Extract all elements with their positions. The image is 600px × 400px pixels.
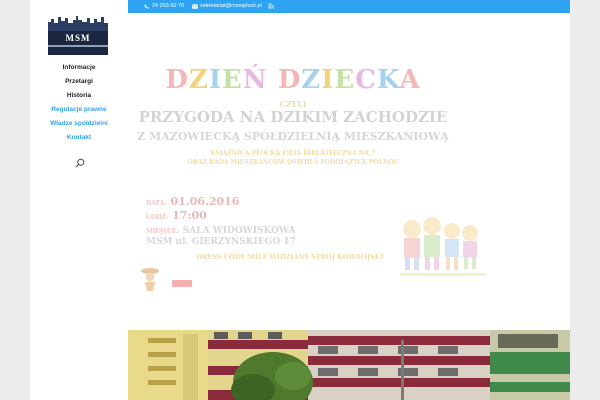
poster-partner-2: ORAZ RADĄ MIESZKAŃCÓW OSIEDLA PODOLSZYCE…: [187, 159, 399, 166]
poster-partner-1: KSIĄŻNICĄ PŁOCKĄ FILIA BIBLIOTECZNA NR.7: [210, 150, 376, 157]
cowboy-illustration: [141, 268, 192, 291]
poster-address: MSM ul. GIERZYŃSKIEGO 17: [146, 237, 296, 247]
poster-title: DZIEŃ DZIECKA: [165, 65, 421, 95]
search-icon[interactable]: [75, 158, 85, 168]
main-nav: Informacje Przetargi Historia Regulacje …: [30, 64, 128, 148]
nav-item-regulacje[interactable]: Regulacje prawne: [30, 106, 128, 120]
logo-text: MSM: [65, 33, 91, 43]
poster-organizer: Z MAZOWIECKĄ SPÓŁDZIELNIĄ MIESZKANIOWĄ: [137, 130, 449, 143]
nav-item-historia[interactable]: Historia: [30, 92, 128, 106]
nav-item-informacje[interactable]: Informacje: [30, 64, 128, 78]
building-photo: [128, 330, 570, 400]
phone-icon: [144, 4, 149, 9]
email-icon: [192, 4, 198, 9]
top-bar: 24 263 60 70 sekretariat@msmplock.pl: [128, 0, 570, 13]
email-address[interactable]: sekretariat@msmplock.pl: [200, 0, 262, 13]
children-illustration: [400, 217, 486, 276]
rss-icon[interactable]: [268, 3, 274, 9]
phone-number[interactable]: 24 263 60 70: [152, 0, 184, 13]
event-poster: DZIEŃ DZIECKA CZYLI PRZYGODA NA DZIKIM Z…: [128, 13, 570, 330]
page: MSM Informacje Przetargi Historia Regula…: [30, 0, 570, 400]
logo[interactable]: MSM: [46, 14, 110, 56]
poster-subtitle: PRZYGODA NA DZIKIM ZACHODZIE: [138, 108, 448, 126]
nav-item-kontakt[interactable]: Kontakt: [30, 134, 128, 148]
sidebar: MSM Informacje Przetargi Historia Regula…: [30, 0, 128, 330]
nav-item-przetargi[interactable]: Przetargi: [30, 78, 128, 92]
nav-item-wladze[interactable]: Władze spółdzielni: [30, 120, 128, 134]
poster-slogan: DRESS CODE MILE WIDZIANY STRÓJ KOWBOJSKI: [196, 253, 384, 261]
